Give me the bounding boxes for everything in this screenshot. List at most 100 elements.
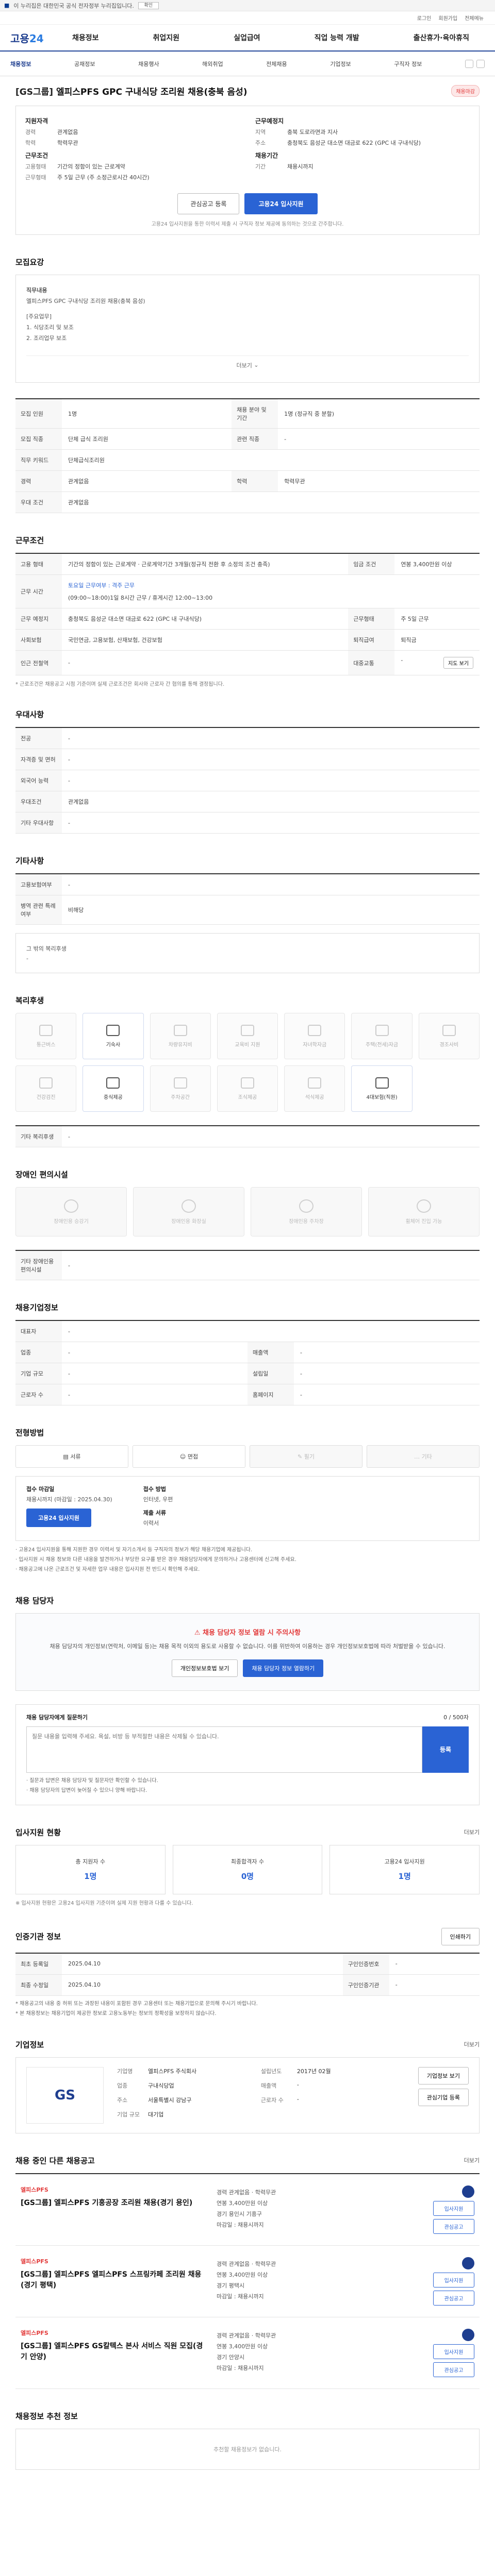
list-item[interactable]: 엘피스PFS [GS그룹] 엘피스PFS 엘피스PFS 스프링카페 조리원 채용… xyxy=(15,2246,480,2317)
map-button[interactable]: 지도 보기 xyxy=(443,657,473,669)
disability-card: 장애인용 주차장 xyxy=(251,1187,362,1236)
footer-spacer xyxy=(15,2470,480,2504)
work-hours-note: 토요일 근무여부 : 격주 근무 xyxy=(68,582,135,589)
table-row: 최종 수정일 2025.04.10 구인인증기관 - xyxy=(15,1974,480,1996)
summary-value: 채용시까지 xyxy=(287,163,314,170)
welfare-label: 건강검진 xyxy=(36,1094,56,1100)
summary-value: 학력무관 xyxy=(57,140,78,146)
lunch-icon xyxy=(106,1077,120,1089)
job-save-button[interactable]: 관심공고 xyxy=(433,2290,474,2306)
question-input[interactable] xyxy=(26,1726,422,1773)
gnb-item-support[interactable]: 취업지원 xyxy=(153,32,180,43)
company-key: 업종 xyxy=(117,2082,128,2089)
table-row: 전공 - xyxy=(15,727,480,749)
table-value: 기간의 정함이 있는 근로계약 · 근로계약기간 3개월(정규직 전환 후 소정… xyxy=(62,553,349,575)
stats-more-link[interactable]: 더보기 xyxy=(464,1828,480,1836)
privacy-law-button[interactable]: 개인정보보호법 보기 xyxy=(171,1659,238,1677)
table-value: - xyxy=(62,874,480,895)
duty-item: 1. 식당조리 및 보조 xyxy=(26,324,74,331)
summary-key: 주소 xyxy=(255,140,266,146)
sub-nav-tools xyxy=(465,59,485,68)
company-key xyxy=(261,2110,292,2119)
company-value: - xyxy=(296,2081,299,2088)
table-key: 최종 수정일 xyxy=(15,1974,62,1996)
save-job-button[interactable]: 관심공고 등록 xyxy=(177,193,240,214)
question-title: 채용 담당자에게 질문하기 xyxy=(26,1714,88,1721)
more-toggle[interactable]: 더보기 ⌄ xyxy=(26,355,469,374)
sub-nav: 채용정보 공채정보 채용행사 해외취업 전체채용 기업정보 구직자 정보 xyxy=(0,52,495,76)
table-key: 기타 장애인용 편의시설 xyxy=(15,1250,62,1280)
recruit-table: 모집 인원 1명 채용 분야 및 기간 1명 (정규직 중 분할) 모집 직종 단체 … xyxy=(15,398,480,513)
sub-nav-item[interactable]: 채용행사 xyxy=(138,60,159,68)
sub-nav-item[interactable]: 해외취업 xyxy=(202,60,223,68)
apply-button[interactable]: 고용24 입사지원 xyxy=(244,193,318,214)
table-value: 단체 급식 조리원 xyxy=(62,428,232,450)
job-title[interactable]: [GS그룹] 엘피스PFS 기흥공장 조리원 채용(경기 용인) xyxy=(21,2198,206,2209)
company-key: 매출액 xyxy=(260,2082,277,2089)
sub-nav-item[interactable]: 전체채용 xyxy=(266,60,287,68)
list-item[interactable]: 엘피스PFS [GS그룹] 엘피스PFS GS칼텍스 본사 서비스 직원 모집(… xyxy=(15,2317,480,2389)
job-apply-button[interactable]: 입사지원 xyxy=(433,2272,474,2287)
sub-nav-item[interactable]: 기업정보 xyxy=(330,60,351,68)
job-meta-line: 경기 안양시 xyxy=(217,2353,245,2361)
summary-key: 근무형태 xyxy=(25,174,46,181)
print-button[interactable]: 인쇄하기 xyxy=(441,1927,480,1945)
welfare-label: 차량유지비 xyxy=(168,1042,192,1048)
company-key: 기업 규모 xyxy=(117,2111,140,2118)
job-actions: 입사지원 관심공고 xyxy=(428,2328,474,2377)
job-actions: 입사지원 관심공고 xyxy=(428,2185,474,2234)
table-key: 근무형태 xyxy=(348,608,395,630)
apply-button-2[interactable]: 고용24 입사지원 xyxy=(26,1509,91,1527)
parking-icon xyxy=(299,1199,314,1213)
submit-question-button[interactable]: 등록 xyxy=(422,1726,469,1773)
join-link[interactable]: 회원가입 xyxy=(438,14,457,22)
sub-nav-home[interactable]: 채용정보 xyxy=(10,60,31,68)
gnb-item-training[interactable]: 직업 능력 개발 xyxy=(315,32,359,43)
gnb-item-leave[interactable]: 출산휴가·육아휴직 xyxy=(414,32,469,43)
job-apply-button[interactable]: 입사지원 xyxy=(433,2200,474,2216)
company-info-button[interactable]: 기업정보 보기 xyxy=(418,2066,469,2084)
welfare-card: 경조사비 xyxy=(418,1013,480,1059)
summary-heading: 채용기간 xyxy=(255,152,278,159)
view-contact-button[interactable]: 채용 담당자 정보 열람하기 xyxy=(243,1659,324,1677)
gnb-item-unemployment[interactable]: 실업급여 xyxy=(234,32,260,43)
list-item[interactable]: 엘피스PFS [GS그룹] 엘피스PFS 기흥공장 조리원 채용(경기 용인) … xyxy=(15,2174,480,2246)
welfare-label: 기숙사 xyxy=(106,1042,121,1048)
preferred-table: 전공 - 자격증 및 면허 - 외국어 능력 - 우대조건 관계없음 기타 우대사항 - xyxy=(15,727,480,834)
job-apply-button[interactable]: 입사지원 xyxy=(433,2344,474,2359)
gov-banner-ok-button[interactable]: 확인 xyxy=(138,2,159,9)
table-value: 연봉 3,400만원 이상 xyxy=(394,553,480,575)
disability-label: 장애인용 승강기 xyxy=(54,1218,89,1225)
job-title[interactable]: [GS그룹] 엘피스PFS GS칼텍스 본사 서비스 직원 모집(경기 안양) xyxy=(21,2341,206,2363)
follow-company-button[interactable]: 관심기업 등록 xyxy=(418,2088,469,2106)
job-meta-line: 경기 평택시 xyxy=(217,2282,245,2289)
company-more-link[interactable]: 더보기 xyxy=(464,2040,480,2048)
login-link[interactable]: 로그인 xyxy=(417,14,432,22)
welfare-label: 주택(전세)자금 xyxy=(366,1042,399,1048)
process-step: … 기타 xyxy=(367,1445,480,1468)
sitemap-link[interactable]: 전체메뉴 xyxy=(465,14,484,22)
job-meta-line: 마감일 : 채용시까지 xyxy=(217,2221,264,2228)
warning-icon: ⚠ xyxy=(194,1629,203,1637)
house-icon xyxy=(375,1024,389,1036)
site-logo[interactable]: 고용24 xyxy=(10,30,72,45)
table-value: - xyxy=(62,1342,248,1363)
table-value: - xyxy=(62,1250,480,1280)
section-title-recommend: 채용정보 추천 정보 xyxy=(15,2411,78,2421)
sub-nav-item[interactable]: 공채정보 xyxy=(74,60,95,68)
table-row: 경력 관계없음 학력 학력무관 xyxy=(15,470,480,492)
table-value: - xyxy=(62,749,480,770)
process-note: · 채용공고에 나온 근로조건 및 자세한 업무 내용은 입사지원 전 반드시 … xyxy=(15,1567,200,1572)
summary-heading: 근무예정지 xyxy=(255,117,284,125)
job-save-button[interactable]: 관심공고 xyxy=(433,2362,474,2377)
print-icon[interactable] xyxy=(476,59,485,68)
gnb-item-jobs[interactable]: 채용정보 xyxy=(72,32,99,43)
share-icon[interactable] xyxy=(465,59,473,68)
sub-nav-item[interactable]: 구직자 정보 xyxy=(394,60,422,68)
table-key: 구인인증번호 xyxy=(342,1953,389,1975)
gov-banner-text: 이 누리집은 대한민국 공식 전자정부 누리집입니다. xyxy=(13,2,134,9)
job-save-button[interactable]: 관심공고 xyxy=(433,2218,474,2234)
job-title[interactable]: [GS그룹] 엘피스PFS 엘피스PFS 스프링카페 조리원 채용(경기 평택) xyxy=(21,2269,206,2291)
similar-more-link[interactable]: 더보기 xyxy=(464,2156,480,2164)
job-meta-line: 연봉 3,400만원 이상 xyxy=(217,2199,268,2207)
